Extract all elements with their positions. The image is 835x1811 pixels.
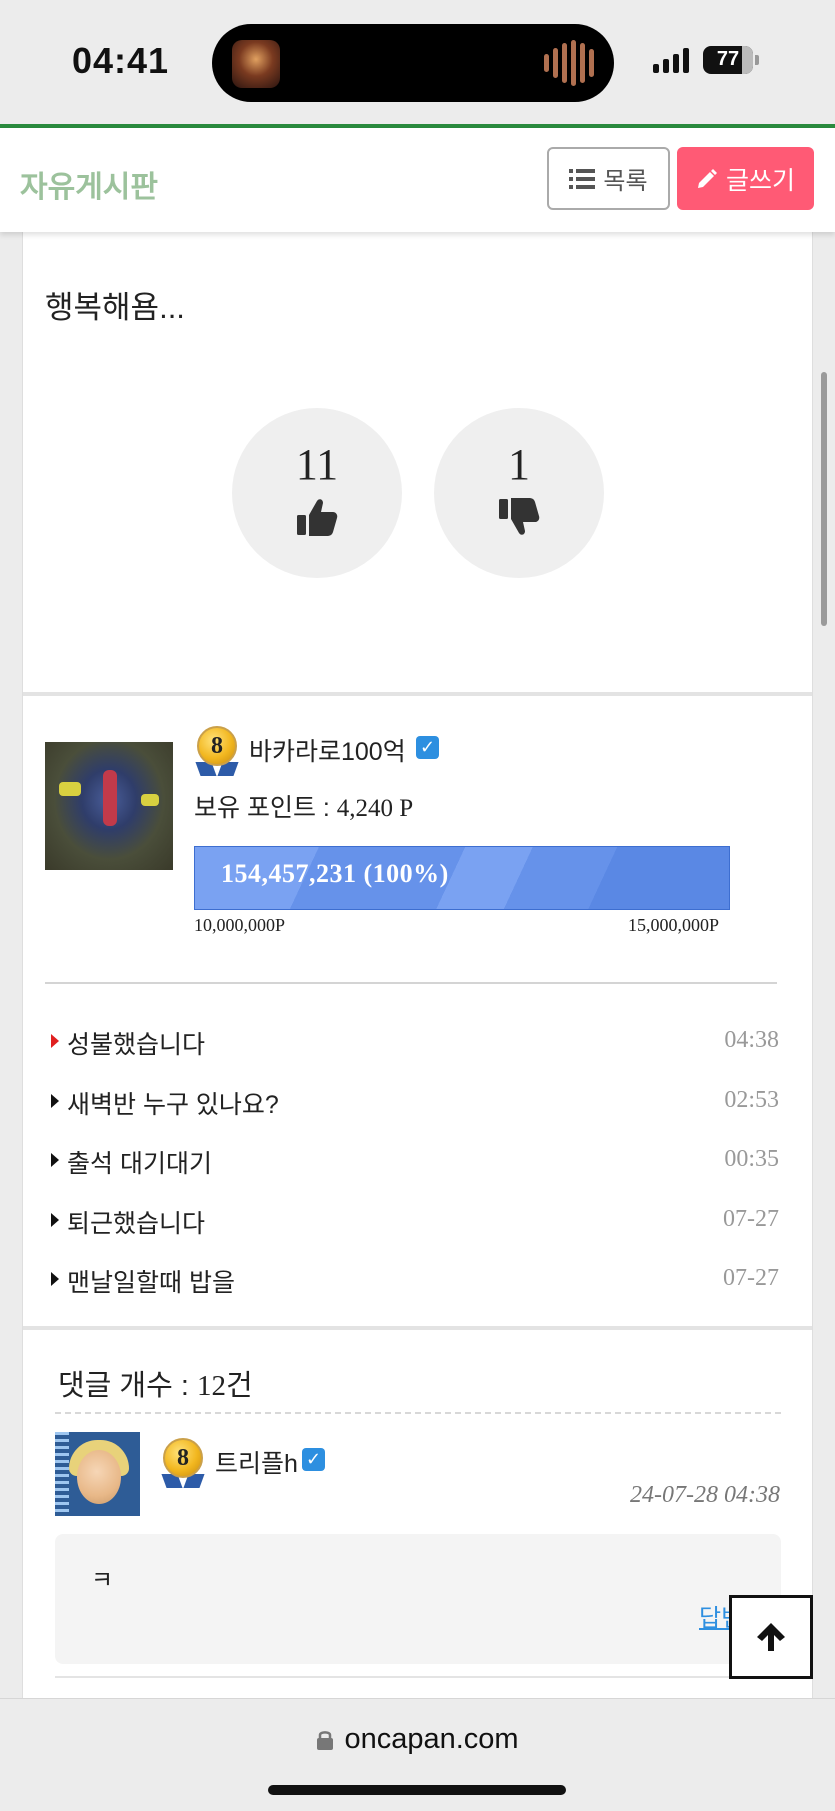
author-avatar[interactable]: [45, 742, 173, 870]
caret-right-icon: [51, 1094, 59, 1108]
section-divider: [23, 1326, 812, 1330]
section-divider: [23, 692, 812, 696]
like-count: 11: [295, 440, 339, 489]
progress-range-max: 15,000,000P: [628, 915, 720, 935]
commenter-nickname[interactable]: 트리플h: [215, 1444, 298, 1480]
recent-post-item[interactable]: 퇴근했습니다 07-27: [45, 1204, 791, 1240]
page-scrollbar[interactable]: [821, 372, 827, 626]
caret-right-icon: [51, 1213, 59, 1227]
battery-level: 77: [716, 48, 740, 70]
caret-right-icon: [51, 1034, 59, 1048]
caret-right-icon: [51, 1272, 59, 1286]
comment-divider: [55, 1412, 781, 1414]
recent-post-title[interactable]: 맨날일할때 밥을: [67, 1263, 235, 1299]
home-indicator[interactable]: [268, 1785, 566, 1795]
author-nickname[interactable]: 바카라로100억: [249, 732, 406, 768]
list-button[interactable]: 목록: [547, 147, 670, 210]
points-progress-bar: 154,457,231 (100%): [194, 846, 730, 910]
url-text: oncapan.com: [344, 1723, 519, 1755]
status-icons: 77: [653, 46, 759, 74]
author-divider: [45, 982, 777, 984]
comment-date: 24-07-28 04:38: [630, 1482, 780, 1508]
write-button-label: 글쓰기: [725, 166, 795, 195]
recent-post-item[interactable]: 맨날일할때 밥을 07-27: [45, 1263, 791, 1299]
audio-wave-icon: [544, 40, 594, 86]
thumbs-down-icon: [499, 498, 540, 535]
lock-icon: [317, 1730, 334, 1750]
comment-divider: [55, 1676, 781, 1678]
comment-count-label: 댓글 개수 :: [58, 1370, 197, 1402]
author-points: 보유 포인트 : 4,240 P: [194, 788, 413, 824]
scroll-to-top-button[interactable]: [729, 1595, 813, 1679]
browser-bar: oncapan.com: [0, 1698, 835, 1811]
recent-post-item[interactable]: 성불했습니다 04:38: [45, 1025, 791, 1061]
progress-range-min: 10,000,000P: [194, 915, 286, 935]
progress-text: 154,457,231 (100%): [221, 859, 449, 888]
battery-icon: 77: [703, 46, 759, 74]
author-level: 8: [211, 733, 223, 759]
recent-post-time: 07-27: [723, 1265, 779, 1291]
status-bar: 04:41 77: [0, 0, 835, 125]
recent-post-title[interactable]: 성불했습니다: [67, 1025, 205, 1061]
post-body: 행복해욤...: [45, 290, 185, 325]
verified-check-icon: ✓: [302, 1448, 325, 1471]
comment-count: 댓글 개수 : 12건: [58, 1362, 253, 1404]
board-header: 자유게시판 목록 글쓰기: [0, 128, 835, 232]
recent-post-time: 07-27: [723, 1206, 779, 1232]
recent-post-time: 02:53: [724, 1087, 779, 1113]
status-time: 04:41: [72, 40, 170, 81]
caret-right-icon: [51, 1153, 59, 1167]
recent-post-time: 04:38: [724, 1027, 779, 1053]
commenter-level: 8: [177, 1445, 189, 1471]
comment-box: ㅋ 답변: [55, 1534, 781, 1664]
post-content: 행복해욤... 11 1 8 바카라로100억 ✓ 보유 포인트 : 4,240…: [22, 232, 813, 1698]
now-playing-thumbnail: [232, 40, 280, 88]
recent-post-title[interactable]: 퇴근했습니다: [67, 1204, 205, 1240]
points-value: 4,240 P: [336, 795, 414, 822]
recent-post-item[interactable]: 새벽반 누구 있나요? 02:53: [45, 1085, 791, 1121]
arrow-up-icon: [757, 1623, 785, 1651]
recent-post-title[interactable]: 출석 대기대기: [67, 1144, 212, 1180]
list-button-label: 목록: [603, 168, 648, 195]
write-button[interactable]: 글쓰기: [677, 147, 814, 210]
comment-count-value: 12건: [196, 1370, 253, 1402]
pencil-icon: [697, 168, 717, 188]
board-title[interactable]: 자유게시판: [20, 162, 158, 206]
dislike-button[interactable]: 1: [434, 408, 604, 578]
recent-post-time: 00:35: [724, 1146, 779, 1172]
list-icon: [569, 168, 596, 189]
dislike-count: 1: [508, 440, 530, 489]
commenter-avatar[interactable]: [55, 1432, 140, 1516]
points-label: 보유 포인트 :: [194, 794, 337, 822]
verified-check-icon: ✓: [416, 736, 439, 759]
signal-icon: [653, 47, 689, 73]
recent-post-item[interactable]: 출석 대기대기 00:35: [45, 1144, 791, 1180]
level-badge-icon: 8: [194, 726, 240, 776]
thumbs-up-icon: [297, 499, 338, 536]
recent-post-title[interactable]: 새벽반 누구 있나요?: [67, 1085, 279, 1121]
level-badge-icon: 8: [160, 1438, 206, 1488]
comment-text: ㅋ: [91, 1567, 114, 1594]
like-button[interactable]: 11: [232, 408, 402, 578]
dynamic-island[interactable]: [212, 24, 614, 102]
address-bar[interactable]: oncapan.com: [0, 1723, 835, 1756]
